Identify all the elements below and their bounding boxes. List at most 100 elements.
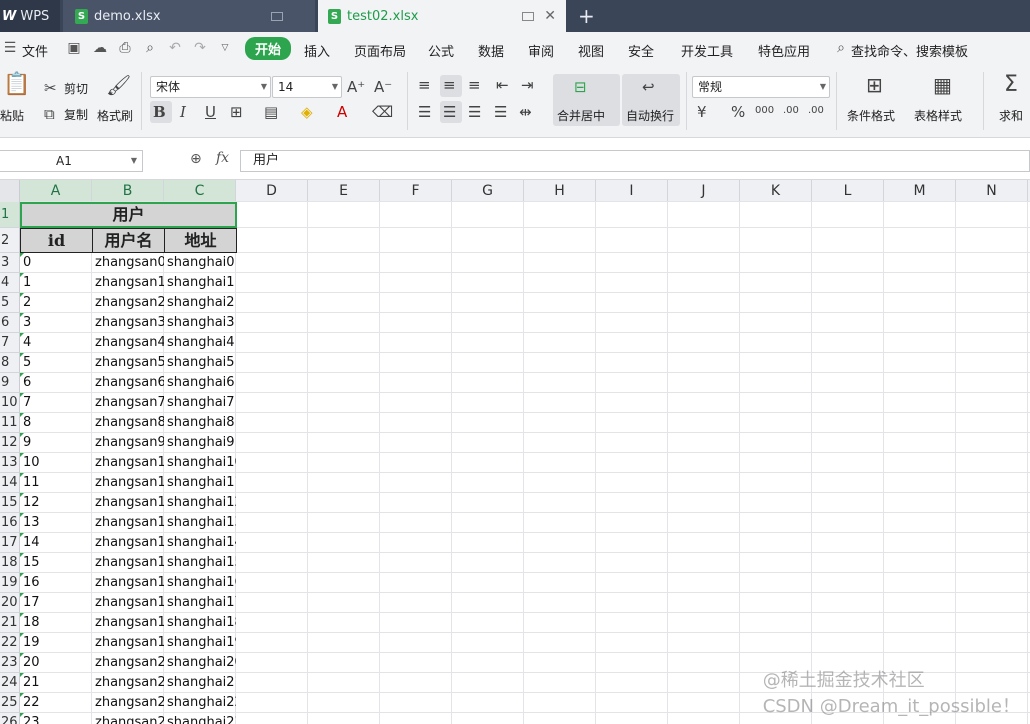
data-cell[interactable]: zhangsan3 [92,313,164,333]
column-header-m[interactable]: M [884,180,956,202]
data-cell[interactable]: shanghai19 [164,633,236,653]
menu-security[interactable]: 安全 [628,41,654,60]
cell-style-icon[interactable]: ▤ [264,103,278,121]
zoom-icon[interactable]: ⊕ [190,151,202,167]
data-cell[interactable]: shanghai14 [164,533,236,553]
row-header-16[interactable]: 16 [0,513,20,533]
formula-input[interactable]: 用户 [240,150,1030,172]
menu-page-layout[interactable]: 页面布局 [354,41,406,60]
data-cell[interactable]: zhangsan1 [92,273,164,293]
row-header-19[interactable]: 19 [0,573,20,593]
decrease-indent-icon[interactable]: ⇤ [496,76,509,94]
column-header-b[interactable]: B [92,180,164,202]
save-icon[interactable]: ▣ [66,40,82,56]
clear-format-icon[interactable]: ⌫ [372,103,393,121]
font-color-icon[interactable]: A [337,103,347,121]
increase-font-icon[interactable]: A⁺ [347,78,365,96]
cut-icon[interactable]: ✂ [44,79,57,97]
data-cell[interactable]: shanghai5 [164,353,236,373]
column-header-c[interactable]: C [164,180,236,202]
data-cell[interactable]: 6 [20,373,92,393]
column-header-h[interactable]: H [524,180,596,202]
row-header-9[interactable]: 9 [0,373,20,393]
row-header-2[interactable]: 2 [0,228,20,253]
column-header-e[interactable]: E [308,180,380,202]
column-header-f[interactable]: F [380,180,452,202]
data-cell[interactable]: zhangsan5 [92,353,164,373]
column-header-k[interactable]: K [740,180,812,202]
data-cell[interactable]: 7 [20,393,92,413]
window-icon[interactable] [522,12,534,21]
paste-button[interactable]: 粘贴 [0,107,24,124]
add-tab-button[interactable]: + [578,4,595,28]
data-cell[interactable]: zhangsan8 [92,413,164,433]
data-cell[interactable]: shanghai18 [164,613,236,633]
menu-view[interactable]: 视图 [578,41,604,60]
data-cell[interactable]: zhangsan18 [92,613,164,633]
command-search[interactable]: 查找命令、搜索模板 [851,41,968,60]
column-header-g[interactable]: G [452,180,524,202]
row-header-21[interactable]: 21 [0,613,20,633]
row-header-3[interactable]: 3 [0,253,20,273]
merged-title-cell[interactable]: 用户 [20,202,237,228]
row-header-24[interactable]: 24 [0,673,20,693]
currency-icon[interactable]: ¥ [697,103,707,121]
column-header-i[interactable]: I [596,180,668,202]
format-painter-button[interactable]: 格式刷 [97,107,133,124]
data-cell[interactable]: 13 [20,513,92,533]
data-cell[interactable]: shanghai6 [164,373,236,393]
column-header-n[interactable]: N [956,180,1028,202]
row-header-25[interactable]: 25 [0,693,20,713]
number-format-select[interactable]: 常规 ▼ [692,76,830,98]
row-header-10[interactable]: 10 [0,393,20,413]
data-cell[interactable]: 3 [20,313,92,333]
align-right-icon[interactable]: ☰ [468,103,481,121]
data-cell[interactable]: zhangsan6 [92,373,164,393]
data-cell[interactable]: shanghai8 [164,413,236,433]
data-cell[interactable]: zhangsan7 [92,393,164,413]
name-box[interactable]: A1 ▼ [0,150,143,172]
borders-icon[interactable]: ⊞ [230,103,243,121]
row-header-14[interactable]: 14 [0,473,20,493]
data-cell[interactable]: zhangsan2 [92,293,164,313]
sheet-grid[interactable]: ABCDEFGHIJKLMN 1 2 3 4 5 6 7 8 9 10 11 12 13 14 15 16 17… [0,180,1030,724]
font-name-select[interactable]: 宋体 ▼ [150,76,271,98]
print-preview-icon[interactable]: ⌕ [142,40,158,56]
header-cell-username[interactable]: 用户名 [92,228,165,253]
column-header-j[interactable]: J [668,180,740,202]
decrease-decimal-button[interactable]: .00 [808,102,824,120]
data-cell[interactable]: 21 [20,673,92,693]
data-cell[interactable]: 16 [20,573,92,593]
align-middle-icon[interactable]: ≡ [443,76,456,94]
select-all-corner[interactable] [0,180,20,202]
menu-developer[interactable]: 开发工具 [681,41,733,60]
data-cell[interactable]: 15 [20,553,92,573]
data-cell[interactable]: shanghai3 [164,313,236,333]
conditional-format-button[interactable]: 条件格式 [847,107,895,124]
wrap-text-button[interactable]: 自动换行 [626,107,674,124]
data-cell[interactable]: shanghai0 [164,253,236,273]
data-cell[interactable]: shanghai20 [164,653,236,673]
data-cell[interactable]: 18 [20,613,92,633]
data-cell[interactable]: shanghai21 [164,673,236,693]
row-header-11[interactable]: 11 [0,413,20,433]
tab-wps-home[interactable]: W WPS [0,0,60,32]
align-left-icon[interactable]: ☰ [418,103,431,121]
wrap-text-icon[interactable]: ↩ [642,78,655,96]
data-cell[interactable]: zhangsan21 [92,673,164,693]
window-icon[interactable] [271,12,283,21]
data-cell[interactable]: 23 [20,713,92,724]
data-cell[interactable]: zhangsan14 [92,533,164,553]
data-cell[interactable]: zhangsan11 [92,473,164,493]
conditional-format-icon[interactable]: ⊞ [866,75,883,95]
undo-icon[interactable]: ↶ [167,40,183,56]
data-cell[interactable]: shanghai4 [164,333,236,353]
data-cell[interactable]: shanghai16 [164,573,236,593]
data-cell[interactable]: 22 [20,693,92,713]
data-cell[interactable]: 9 [20,433,92,453]
data-cell[interactable]: shanghai2 [164,293,236,313]
format-painter-icon[interactable]: 🖌 [106,75,131,95]
merge-center-icon[interactable]: ⊟ [574,78,587,96]
italic-button[interactable]: I [180,103,186,121]
data-cell[interactable]: zhangsan20 [92,653,164,673]
